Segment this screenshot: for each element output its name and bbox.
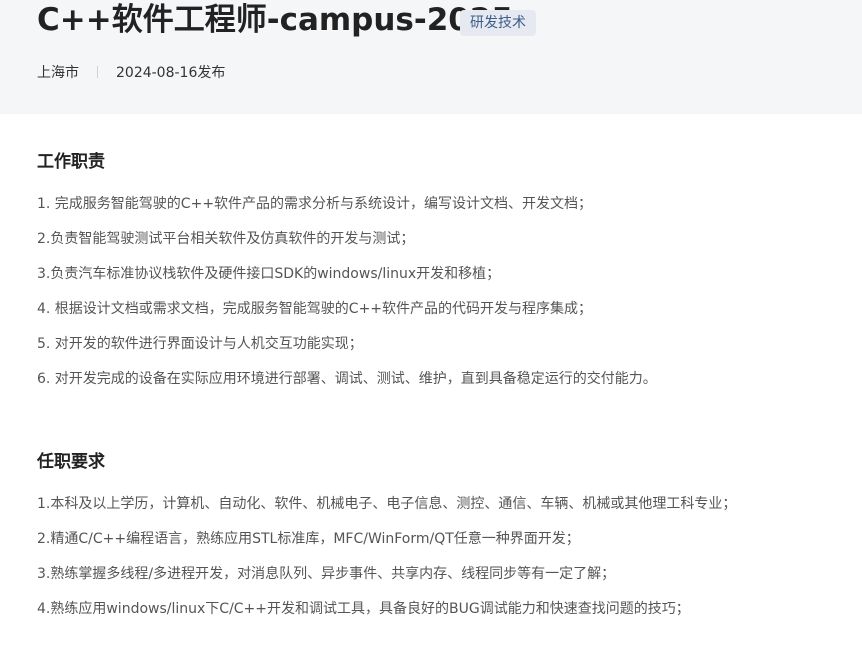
responsibilities-list: 1. 完成服务智能驾驶的C++软件产品的需求分析与系统设计，编写设计文档、开发文… <box>37 194 657 404</box>
responsibility-item: 2.负责智能驾驶测试平台相关软件及仿真软件的开发与测试； <box>37 231 415 247</box>
job-header: C++软件工程师-campus-2025 研发技术 上海市 2024-08-16… <box>0 0 862 114</box>
requirement-item: 1.本科及以上学历，计算机、自动化、软件、机械电子、电子信息、测控、通信、车辆、… <box>37 496 737 512</box>
location-text: 上海市 <box>37 65 79 81</box>
requirements-list: 1.本科及以上学历，计算机、自动化、软件、机械电子、电子信息、测控、通信、车辆、… <box>37 494 736 634</box>
requirement-item: 2.精通C/C++编程语言，熟练应用STL标准库，MFC/WinForm/QT任… <box>37 531 580 547</box>
category-tag[interactable]: 研发技术 <box>460 10 536 36</box>
publish-date: 2024-08-16发布 <box>116 65 226 81</box>
responsibility-item: 1. 完成服务智能驾驶的C++软件产品的需求分析与系统设计，编写设计文档、开发文… <box>37 196 593 212</box>
responsibilities-heading: 工作职责 <box>37 152 105 172</box>
responsibility-item: 5. 对开发的软件进行界面设计与人机交互功能实现； <box>37 336 363 352</box>
responsibility-item: 3.负责汽车标准协议栈软件及硬件接口SDK的windows/linux开发和移植… <box>37 266 501 282</box>
requirements-heading: 任职要求 <box>37 452 105 472</box>
meta-divider <box>97 66 98 78</box>
job-title: C++软件工程师-campus-2025 <box>37 2 514 38</box>
responsibility-item: 6. 对开发完成的设备在实际应用环境进行部署、调试、测试、维护，直到具备稳定运行… <box>37 371 657 387</box>
responsibility-item: 4. 根据设计文档或需求文档，完成服务智能驾驶的C++软件产品的代码开发与程序集… <box>37 301 593 317</box>
requirement-item: 3.熟练掌握多线程/多进程开发，对消息队列、异步事件、共享内存、线程同步等有一定… <box>37 566 616 582</box>
job-meta: 上海市 2024-08-16发布 <box>37 61 225 83</box>
requirement-item: 4.熟练应用windows/linux下C/C++开发和调试工具，具备良好的BU… <box>37 601 690 617</box>
